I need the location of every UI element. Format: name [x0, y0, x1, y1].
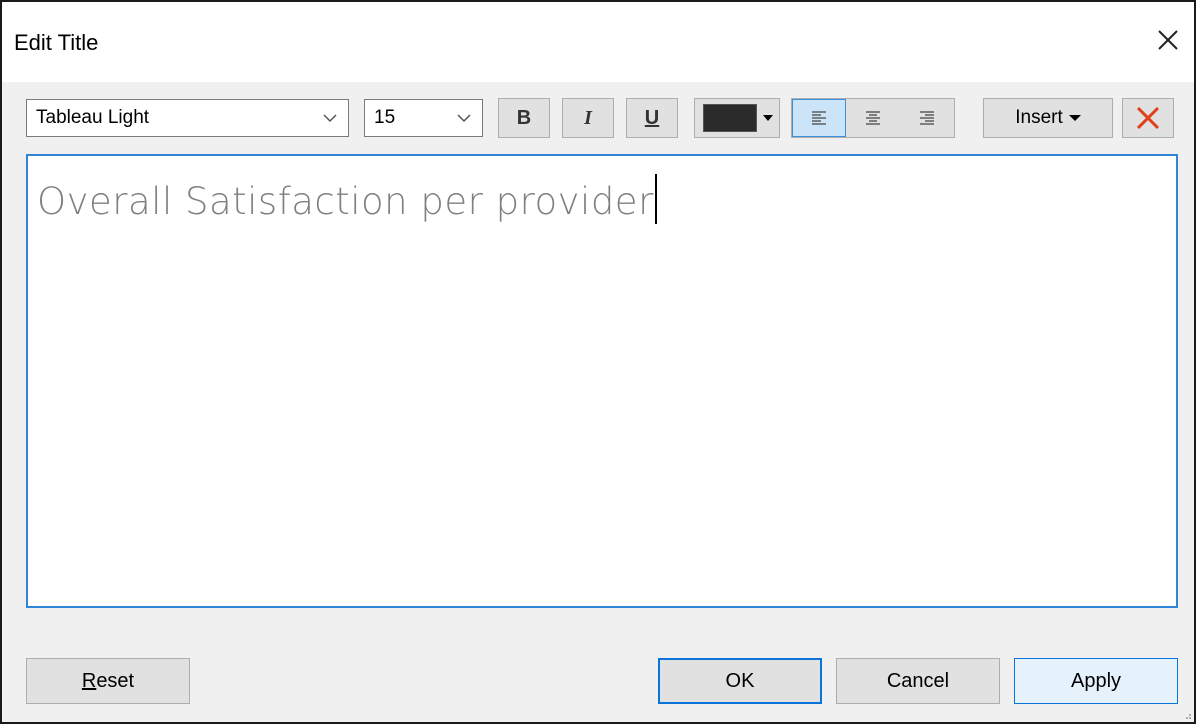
underline-button[interactable]: U	[626, 98, 678, 138]
cancel-label: Cancel	[886, 669, 950, 692]
reset-mnemonic: R	[81, 669, 97, 692]
align-center-icon	[866, 111, 880, 125]
apply-button[interactable]: Apply	[1014, 658, 1178, 704]
title-bar: Edit Title	[2, 2, 1194, 82]
title-text-content: Overall Satisfaction per provider	[37, 180, 654, 223]
clear-formatting-x-icon	[1136, 106, 1160, 130]
bold-button[interactable]: B	[498, 98, 550, 138]
close-button[interactable]	[1148, 20, 1188, 60]
align-left-icon	[812, 111, 826, 125]
insert-button[interactable]: Insert	[983, 98, 1113, 138]
title-text-editor[interactable]: Overall Satisfaction per provider	[26, 154, 1178, 608]
chevron-down-icon	[457, 114, 471, 123]
font-family-select[interactable]: Tableau Light	[26, 99, 349, 137]
color-swatch	[703, 104, 757, 132]
bold-label: B	[516, 106, 532, 129]
caret-down-icon	[763, 115, 773, 121]
title-text: Overall Satisfaction per provider	[37, 174, 657, 224]
reset-button[interactable]: Reset	[26, 658, 190, 704]
caret-down-icon	[1068, 115, 1081, 121]
chevron-down-icon	[323, 114, 337, 123]
align-left-button[interactable]	[792, 99, 846, 137]
cancel-button[interactable]: Cancel	[836, 658, 1000, 704]
apply-label: Apply	[1070, 669, 1122, 692]
clear-formatting-button[interactable]	[1122, 98, 1174, 138]
italic-button[interactable]: I	[562, 98, 614, 138]
text-color-button[interactable]	[694, 98, 780, 138]
alignment-group	[791, 98, 955, 138]
underline-label: U	[644, 106, 660, 129]
reset-label-rest: eset	[96, 669, 135, 692]
font-size-select[interactable]: 15	[364, 99, 483, 137]
align-center-button[interactable]	[846, 99, 900, 137]
resize-grip-icon[interactable]	[1182, 710, 1192, 720]
dialog-title: Edit Title	[14, 30, 99, 55]
ok-button[interactable]: OK	[658, 658, 822, 704]
align-right-button[interactable]	[900, 99, 954, 137]
edit-title-dialog: Edit Title Tableau Light 15 B I U Insert…	[0, 0, 1196, 724]
italic-label: I	[584, 106, 592, 129]
align-right-icon	[920, 111, 934, 125]
insert-label: Insert	[1015, 107, 1063, 128]
font-size-value: 15	[374, 107, 396, 128]
close-icon	[1158, 30, 1178, 50]
format-toolbar: Tableau Light 15 B I U Insert	[2, 82, 1194, 154]
text-cursor	[654, 174, 657, 224]
font-family-value: Tableau Light	[36, 107, 150, 128]
ok-label: OK	[725, 669, 755, 692]
